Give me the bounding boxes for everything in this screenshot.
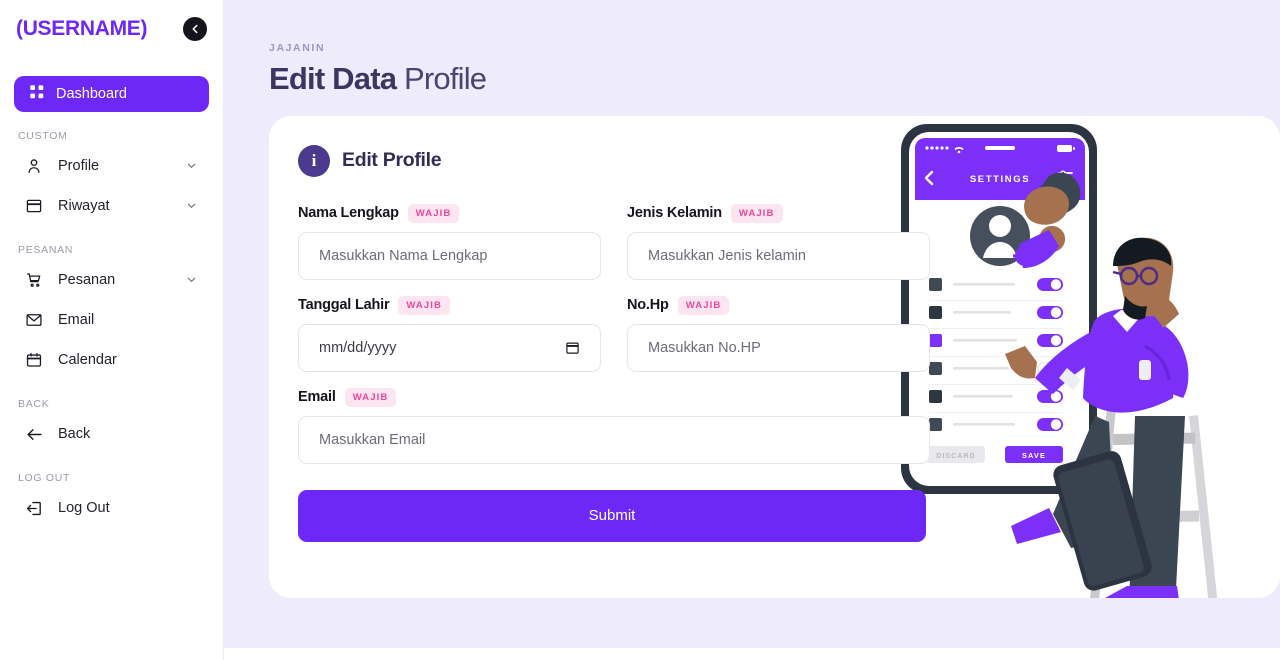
chevron-down-icon[interactable] — [185, 273, 199, 287]
no-hp-input[interactable]: Masukkan No.HP — [627, 323, 930, 372]
page-title-light: Profile — [403, 61, 487, 96]
brand-username: (USERNAME) — [16, 17, 148, 40]
field-email: Email WAJIB Masukkan Email — [298, 387, 930, 464]
date-value: mm/dd/yyyy — [319, 339, 397, 356]
arrow-left-circle-icon[interactable] — [183, 17, 207, 41]
email-input[interactable]: Masukkan Email — [298, 415, 930, 464]
input-placeholder: Masukkan Email — [319, 431, 426, 448]
submit-button[interactable]: Submit — [298, 489, 926, 542]
field-label: No.Hp — [627, 297, 669, 314]
sidebar-section-label-pesanan: PESANAN — [18, 244, 74, 256]
app-root: (USERNAME) Dashboard CUSTOM Profile Riwa… — [0, 0, 1280, 660]
required-badge: WAJIB — [677, 295, 730, 315]
field-label-row: Tanggal Lahir WAJIB — [298, 295, 601, 315]
tanggal-lahir-input[interactable]: mm/dd/yyyy — [298, 323, 601, 372]
sidebar-item-riwayat[interactable]: Riwayat — [14, 186, 209, 226]
form-row-1: Nama Lengkap WAJIB Masukkan Nama Lengkap — [298, 203, 1251, 296]
field-no-hp: No.Hp WAJIB Masukkan No.HP — [627, 295, 930, 372]
field-label: Nama Lengkap — [298, 205, 399, 222]
field-tanggal-lahir: Tanggal Lahir WAJIB mm/dd/yyyy — [298, 295, 601, 372]
chevron-down-icon[interactable] — [185, 199, 199, 213]
sidebar-item-profile[interactable]: Profile — [14, 146, 209, 186]
jenis-kelamin-input[interactable]: Masukkan Jenis kelamin — [627, 231, 930, 280]
required-badge: WAJIB — [730, 203, 783, 223]
cart-icon — [24, 270, 44, 290]
sidebar-brand-row: (USERNAME) — [14, 0, 209, 58]
field-label-row: No.Hp WAJIB — [627, 295, 930, 315]
edit-profile-form: Nama Lengkap WAJIB Masukkan Nama Lengkap — [298, 203, 1251, 542]
input-placeholder: Masukkan Jenis kelamin — [648, 247, 806, 264]
field-label-row: Nama Lengkap WAJIB — [298, 203, 601, 223]
arrow-left-icon — [24, 424, 44, 444]
window-icon — [24, 196, 44, 216]
page-title-bold: Edit Data — [269, 61, 397, 96]
sidebar-item-pesanan[interactable]: Pesanan — [14, 260, 209, 300]
sidebar-item-label: Dashboard — [56, 86, 127, 102]
breadcrumb: JAJANIN — [269, 42, 326, 54]
sidebar-section-label-back: BACK — [18, 398, 50, 410]
chevron-down-icon[interactable] — [185, 159, 199, 173]
form-col-right: Jenis Kelamin WAJIB Masukkan Jenis kelam… — [627, 203, 930, 296]
card-header: i Edit Profile — [298, 144, 1251, 177]
form-row-3: Email WAJIB Masukkan Email — [298, 387, 1251, 480]
calendar-picker-icon[interactable] — [565, 340, 580, 355]
sidebar-section-label-custom: CUSTOM — [18, 130, 68, 142]
sidebar-item-label: Riwayat — [58, 198, 110, 214]
field-label: Jenis Kelamin — [627, 205, 722, 222]
no-chevron — [185, 427, 199, 441]
calendar-icon — [24, 350, 44, 370]
sidebar-item-back[interactable]: Back — [14, 414, 209, 454]
edit-profile-card: SETTINGS DISCARD SAVE i Edit Profile Nam… — [269, 115, 1280, 598]
no-chevron — [185, 353, 199, 367]
form-col-full: Email WAJIB Masukkan Email — [298, 387, 930, 480]
form-col-left: Tanggal Lahir WAJIB mm/dd/yyyy — [298, 295, 601, 388]
card-title: Edit Profile — [342, 149, 442, 172]
form-row-2: Tanggal Lahir WAJIB mm/dd/yyyy No.Hp WAJ… — [298, 295, 1251, 388]
nama-lengkap-input[interactable]: Masukkan Nama Lengkap — [298, 231, 601, 280]
required-badge: WAJIB — [407, 203, 460, 223]
input-placeholder: Masukkan No.HP — [648, 339, 761, 356]
form-col-left: Nama Lengkap WAJIB Masukkan Nama Lengkap — [298, 203, 601, 296]
sidebar-item-calendar[interactable]: Calendar — [14, 340, 209, 380]
sidebar-item-label: Pesanan — [58, 272, 116, 288]
field-label: Tanggal Lahir — [298, 297, 390, 314]
sidebar-item-label: Email — [58, 312, 95, 328]
sidebar-section-label-logout: LOG OUT — [18, 472, 71, 484]
sidebar-item-label: Back — [58, 426, 91, 442]
sidebar-item-email[interactable]: Email — [14, 300, 209, 340]
form-col-right: No.Hp WAJIB Masukkan No.HP — [627, 295, 930, 388]
logout-icon — [24, 498, 44, 518]
sidebar-item-label: Profile — [58, 158, 100, 174]
page-title: Edit Data Profile — [269, 61, 1280, 96]
grid-hash-icon — [28, 83, 46, 106]
no-chevron — [185, 501, 199, 515]
sidebar-item-label: Log Out — [58, 500, 110, 516]
required-badge: WAJIB — [344, 387, 397, 407]
sidebar: (USERNAME) Dashboard CUSTOM Profile Riwa… — [0, 0, 224, 660]
sidebar-item-logout[interactable]: Log Out — [14, 488, 209, 528]
sidebar-item-dashboard[interactable]: Dashboard — [14, 76, 209, 112]
field-jenis-kelamin: Jenis Kelamin WAJIB Masukkan Jenis kelam… — [627, 203, 930, 280]
card-inner: i Edit Profile Nama Lengkap WAJIB Masukk… — [269, 116, 1280, 542]
envelope-icon — [24, 310, 44, 330]
field-label-row: Jenis Kelamin WAJIB — [627, 203, 930, 223]
input-placeholder: Masukkan Nama Lengkap — [319, 247, 488, 264]
required-badge: WAJIB — [398, 295, 450, 315]
main-content: JAJANIN Edit Data Profile SETTINGS DISCA… — [224, 0, 1280, 660]
sidebar-item-label: Calendar — [58, 352, 117, 368]
user-icon — [24, 156, 44, 176]
no-chevron — [185, 313, 199, 327]
field-nama-lengkap: Nama Lengkap WAJIB Masukkan Nama Lengkap — [298, 203, 601, 280]
field-label: Email — [298, 389, 336, 406]
info-icon: i — [298, 144, 330, 177]
field-label-row: Email WAJIB — [298, 387, 930, 407]
